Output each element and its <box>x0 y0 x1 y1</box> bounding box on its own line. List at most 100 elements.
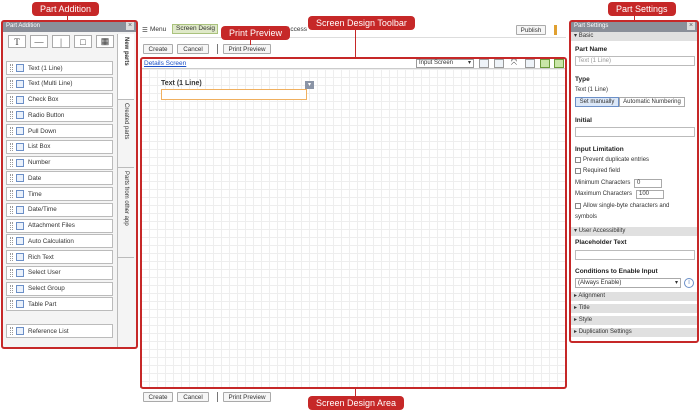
conditions-select[interactable]: (Always Enable) ▾ <box>575 278 681 288</box>
box-icon[interactable]: □ <box>74 35 92 48</box>
drag-handle-icon[interactable] <box>10 221 13 230</box>
tab-created-parts[interactable]: Created parts <box>118 100 134 168</box>
section-collapsed[interactable]: ▸ Style <box>571 316 697 325</box>
tab-parts-other-app[interactable]: Parts from other app <box>118 168 134 258</box>
min-chars-input[interactable]: 0 <box>634 179 662 188</box>
drag-handle-icon[interactable] <box>10 111 13 120</box>
section-collapsed[interactable]: ▸ Alignment <box>571 292 697 301</box>
screen-select[interactable]: Input Screen ▾ <box>416 59 474 68</box>
info-icon[interactable]: i <box>684 278 694 288</box>
section-collapsed[interactable]: ▸ Duplication Settings <box>571 328 697 337</box>
reference-list-icon <box>16 327 24 335</box>
part-item[interactable]: Select User <box>6 265 113 280</box>
part-label: Pull Down <box>28 127 57 135</box>
part-item[interactable]: List Box <box>6 139 113 154</box>
details-screen-link[interactable]: Details Screen <box>144 60 186 67</box>
type-label: Type <box>575 76 590 83</box>
drag-handle-icon[interactable] <box>10 268 13 277</box>
tab-new-parts[interactable]: New parts <box>118 34 134 100</box>
part-item[interactable]: Attachment Files <box>6 218 113 233</box>
add-row-icon[interactable] <box>479 59 489 68</box>
drag-handle-icon[interactable] <box>10 158 13 167</box>
drag-handle-icon[interactable] <box>10 300 13 309</box>
initial-input[interactable] <box>575 127 695 137</box>
part-item[interactable]: Check Box <box>6 92 113 107</box>
part-item[interactable]: Select Group <box>6 281 113 296</box>
drag-handle-icon[interactable] <box>10 79 13 88</box>
cancel-button-top[interactable]: Cancel <box>177 44 209 54</box>
drag-handle-icon[interactable] <box>10 190 13 198</box>
part-item[interactable]: Auto Calculation <box>6 234 113 249</box>
section-user-accessibility[interactable]: ▾ User Accessibility <box>571 227 697 236</box>
publish-button[interactable]: Publish <box>516 25 546 35</box>
drag-handle-icon[interactable] <box>10 237 13 246</box>
horizontal-line-icon[interactable]: — <box>30 35 48 48</box>
set-manually-button[interactable]: Set manually <box>575 97 619 107</box>
checkbox-icon[interactable] <box>575 157 581 163</box>
part-item[interactable]: Text (Multi Line) <box>6 76 113 91</box>
add-part-icon[interactable] <box>554 59 564 68</box>
part-item[interactable]: Number <box>6 155 113 170</box>
part-type-icon <box>16 111 24 120</box>
part-item[interactable]: Radio Button <box>6 108 113 123</box>
image-icon[interactable]: ▦ <box>96 35 114 48</box>
checkbox-icon[interactable] <box>575 203 581 209</box>
print-preview-button-top[interactable]: Print Preview <box>223 44 271 54</box>
section-basic[interactable]: ▾ Basic <box>571 32 697 41</box>
part-type-icon <box>16 174 24 183</box>
part-item[interactable]: Pull Down <box>6 124 113 138</box>
part-item[interactable]: Table Part <box>6 297 113 312</box>
part-label: Number <box>28 159 51 166</box>
close-icon[interactable]: × <box>687 22 695 30</box>
part-item[interactable]: Text (1 Line) <box>6 61 113 75</box>
menu-link[interactable]: Menu <box>150 26 166 33</box>
callout-line <box>355 388 356 396</box>
part-item[interactable]: Date/Time <box>6 202 113 217</box>
drag-handle-icon[interactable] <box>10 253 13 261</box>
automatic-numbering-button[interactable]: Automatic Numbering <box>619 97 685 107</box>
label-text-icon[interactable]: T <box>8 35 26 48</box>
vertical-line-icon[interactable]: | <box>52 35 70 48</box>
part-label: Attachment Files <box>28 222 75 229</box>
grid-icon[interactable] <box>525 59 535 68</box>
part-tabs: New parts Created parts Parts from other… <box>117 34 137 349</box>
tab-screen-design[interactable]: Screen Desig <box>172 24 218 34</box>
create-button-top[interactable]: Create <box>143 44 173 54</box>
settings-icon[interactable] <box>494 59 504 68</box>
part-reference-list[interactable]: Reference List <box>6 324 113 338</box>
part-settings-panel: Part Settings × ▾ Basic Part Name Text (1… <box>570 21 698 342</box>
menu-icon[interactable]: ☰ <box>142 26 148 34</box>
part-name-input[interactable]: Text (1 Line) <box>575 56 695 66</box>
text-field-part[interactable] <box>161 89 307 100</box>
screen-design-area[interactable] <box>140 58 566 388</box>
required-checkbox[interactable]: Required field <box>575 168 620 174</box>
prevent-duplicates-checkbox[interactable]: Prevent duplicate entries <box>575 157 649 163</box>
print-preview-button-bottom[interactable]: Print Preview <box>223 392 271 402</box>
field-menu-icon[interactable]: ▾ <box>305 81 314 89</box>
part-item[interactable]: Time <box>6 187 113 201</box>
drag-handle-icon[interactable] <box>10 327 13 335</box>
part-item[interactable]: Date <box>6 171 113 186</box>
drag-handle-icon[interactable] <box>10 174 13 183</box>
close-icon[interactable]: × <box>126 22 134 30</box>
drag-handle-icon[interactable] <box>10 205 13 214</box>
expand-icon[interactable]: ⤧ <box>509 59 519 68</box>
drag-handle-icon[interactable] <box>10 284 13 293</box>
type-value: Text (1 Line) <box>575 87 609 93</box>
part-label: List Box <box>28 143 51 151</box>
cancel-button-bottom[interactable]: Cancel <box>177 392 209 402</box>
create-button-bottom[interactable]: Create <box>143 392 173 402</box>
placeholder-text-input[interactable] <box>575 250 695 260</box>
drag-handle-icon[interactable] <box>10 142 13 151</box>
part-item[interactable]: Rich Text <box>6 250 113 264</box>
drag-handle-icon[interactable] <box>10 127 13 135</box>
section-label: Title <box>578 305 590 311</box>
checkbox-icon[interactable] <box>575 168 581 174</box>
callout-line <box>355 30 356 59</box>
max-chars-input[interactable]: 100 <box>636 190 664 199</box>
add-column-icon[interactable] <box>540 59 550 68</box>
drag-handle-icon[interactable] <box>10 64 13 72</box>
allow-single-byte-checkbox[interactable]: Allow single-byte characters and <box>575 203 669 209</box>
section-collapsed[interactable]: ▸ Title <box>571 304 697 313</box>
drag-handle-icon[interactable] <box>10 95 13 104</box>
